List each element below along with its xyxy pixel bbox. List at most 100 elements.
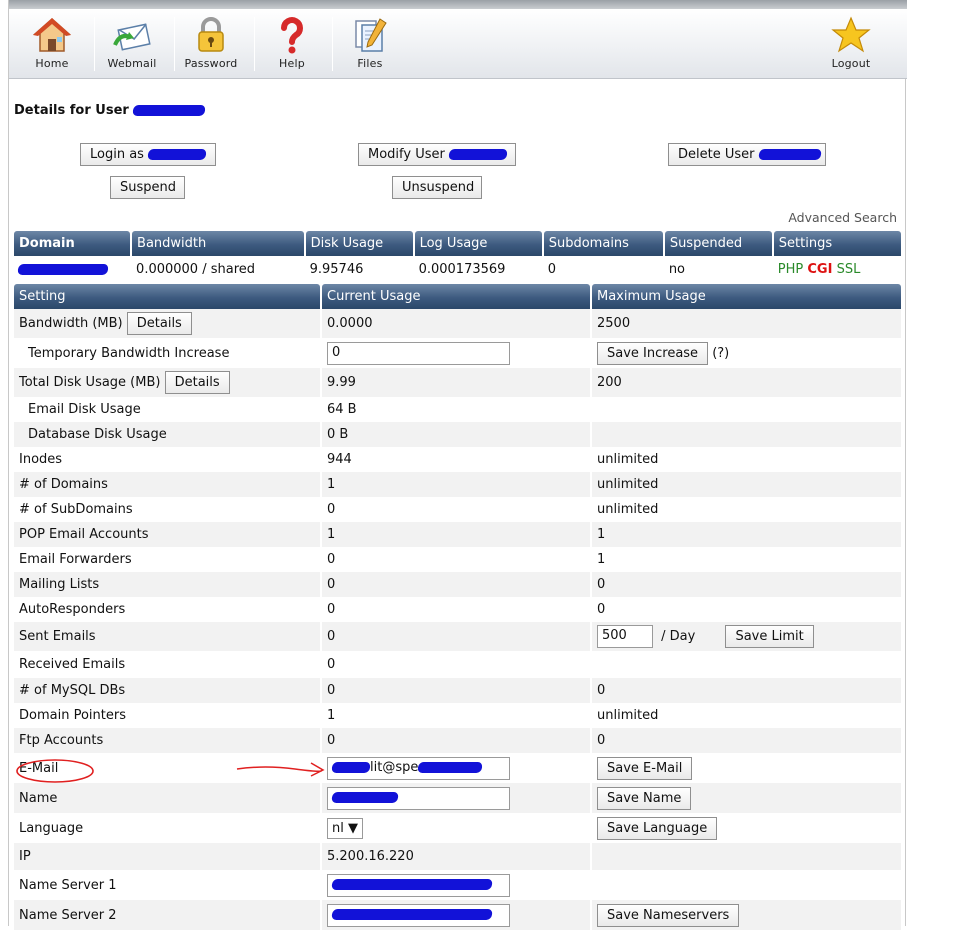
table-row: Language nl ▼ Save Language — [14, 813, 901, 843]
col-maximum-usage: Maximum Usage — [592, 284, 901, 309]
table-row: Mailing Lists 0 0 — [14, 572, 901, 597]
bandwidth-cell: 0.000000 / shared — [136, 261, 256, 277]
php-flag: PHP — [777, 261, 804, 277]
advanced-search-link[interactable]: Advanced Search — [788, 210, 897, 225]
email-visible-text: lit@spe — [370, 759, 419, 775]
current-value: nl ▼ — [322, 813, 590, 843]
nameserver2-field[interactable] — [327, 903, 510, 927]
col-suspended[interactable]: Suspended — [664, 231, 772, 256]
current-value — [322, 783, 590, 813]
col-settings[interactable]: Settings — [773, 231, 901, 256]
table-row: Ftp Accounts 0 0 — [14, 728, 901, 753]
settings-cell: PHP CGI SSL — [774, 256, 901, 282]
col-log-usage[interactable]: Log Usage — [414, 231, 542, 256]
redacted-text — [331, 878, 493, 890]
save-increase-button[interactable]: Save Increase — [597, 341, 709, 365]
toolbar-home[interactable]: Home — [12, 9, 92, 79]
current-value: lit@spe — [322, 753, 590, 783]
toolbar: Home Webmail Password Help Files Logout — [9, 9, 907, 79]
table-row: E-Mail lit@spe Save E-Mail — [14, 753, 901, 783]
bandwidth-details-button[interactable]: Details — [126, 312, 192, 335]
top-strip — [9, 0, 907, 9]
max-value: 200 — [592, 368, 901, 397]
setting-label: Email Forwarders — [14, 547, 320, 572]
toolbar-label: Files — [357, 57, 383, 70]
toolbar-webmail[interactable]: Webmail — [92, 9, 172, 79]
disk-details-button[interactable]: Details — [164, 371, 230, 394]
col-domain[interactable]: Domain — [14, 231, 131, 256]
toolbar-files[interactable]: Files — [330, 9, 410, 79]
max-value: Save E-Mail — [592, 753, 901, 783]
current-value: 944 — [322, 447, 590, 472]
current-value: 0 — [322, 622, 590, 651]
delete-user-button[interactable]: Delete User — [668, 143, 826, 166]
disk-usage-cell: 9.95746 — [309, 261, 364, 277]
nameserver1-field[interactable] — [327, 873, 510, 897]
save-language-button[interactable]: Save Language — [597, 816, 718, 840]
toolbar-password[interactable]: Password — [171, 9, 251, 79]
setting-label: Inodes — [14, 447, 320, 472]
redacted-username — [757, 149, 822, 160]
table-row: Email Forwarders 0 1 — [14, 547, 901, 572]
max-value: unlimited — [592, 703, 901, 728]
col-setting: Setting — [14, 284, 320, 309]
setting-label: Received Emails — [14, 651, 320, 678]
help-icon — [281, 17, 303, 54]
table-row: POP Email Accounts 1 1 — [14, 522, 901, 547]
save-email-button[interactable]: Save E-Mail — [597, 756, 693, 780]
toolbar-logout[interactable]: Logout — [811, 9, 891, 79]
table-row: Domain Pointers 1 unlimited — [14, 703, 901, 728]
col-subdomains[interactable]: Subdomains — [543, 231, 663, 256]
suspended-cell: no — [668, 261, 686, 277]
redacted-username — [132, 105, 207, 116]
chevron-down-icon: ▼ — [348, 820, 358, 836]
redacted-domain — [17, 263, 109, 275]
max-value — [592, 397, 901, 422]
max-value — [592, 870, 901, 900]
current-value: 0 — [322, 497, 590, 522]
toolbar-label: Logout — [831, 57, 871, 70]
max-value: 0 — [592, 597, 901, 622]
toolbar-help[interactable]: Help — [252, 9, 332, 79]
email-field[interactable]: lit@spe — [327, 756, 510, 780]
table-row: IP 5.200.16.220 — [14, 843, 901, 870]
home-icon — [33, 17, 71, 52]
table-row: Temporary Bandwidth Increase 0 Save Incr… — [14, 338, 901, 368]
unsuspend-button[interactable]: Unsuspend — [392, 176, 482, 199]
domain-cell[interactable] — [14, 256, 130, 282]
modify-user-button[interactable]: Modify User — [358, 143, 516, 166]
table-row: # of Domains 1 unlimited — [14, 472, 901, 497]
page-title-text: Details for User — [14, 103, 129, 118]
setting-label: Language — [14, 813, 320, 843]
max-value: Save Name — [592, 783, 901, 813]
setting-label: POP Email Accounts — [14, 522, 320, 547]
star-icon — [831, 16, 871, 53]
table-row: Database Disk Usage 0 B — [14, 422, 901, 447]
max-value: 1 — [592, 522, 901, 547]
help-link[interactable]: (?) — [712, 346, 729, 361]
current-value: 5.200.16.220 — [322, 843, 590, 870]
login-as-button[interactable]: Login as — [80, 143, 216, 166]
suspend-button[interactable]: Suspend — [110, 176, 185, 199]
setting-label: Domain Pointers — [14, 703, 320, 728]
setting-label: # of MySQL DBs — [14, 678, 320, 703]
language-select[interactable]: nl ▼ — [327, 817, 363, 839]
current-value: 9.99 — [322, 368, 590, 397]
save-limit-button[interactable]: Save Limit — [725, 625, 814, 648]
table-row: Bandwidth (MB) Details 0.0000 2500 — [14, 309, 901, 338]
save-nameservers-button[interactable]: Save Nameservers — [597, 903, 740, 927]
current-value: 1 — [322, 522, 590, 547]
sent-limit-input[interactable]: 500 — [597, 625, 653, 648]
setting-label: AutoResponders — [14, 597, 320, 622]
name-field[interactable] — [327, 786, 510, 810]
save-name-button[interactable]: Save Name — [597, 786, 692, 810]
setting-label: Total Disk Usage (MB) Details — [14, 368, 320, 397]
max-value: 0 — [592, 572, 901, 597]
col-disk-usage[interactable]: Disk Usage — [305, 231, 413, 256]
setting-label: Bandwidth (MB) Details — [14, 309, 320, 338]
current-value: 1 — [322, 472, 590, 497]
temp-bandwidth-input[interactable]: 0 — [327, 341, 510, 365]
max-value: 1 — [592, 547, 901, 572]
modify-user-label: Modify User — [368, 147, 445, 162]
col-bandwidth[interactable]: Bandwidth — [132, 231, 304, 256]
